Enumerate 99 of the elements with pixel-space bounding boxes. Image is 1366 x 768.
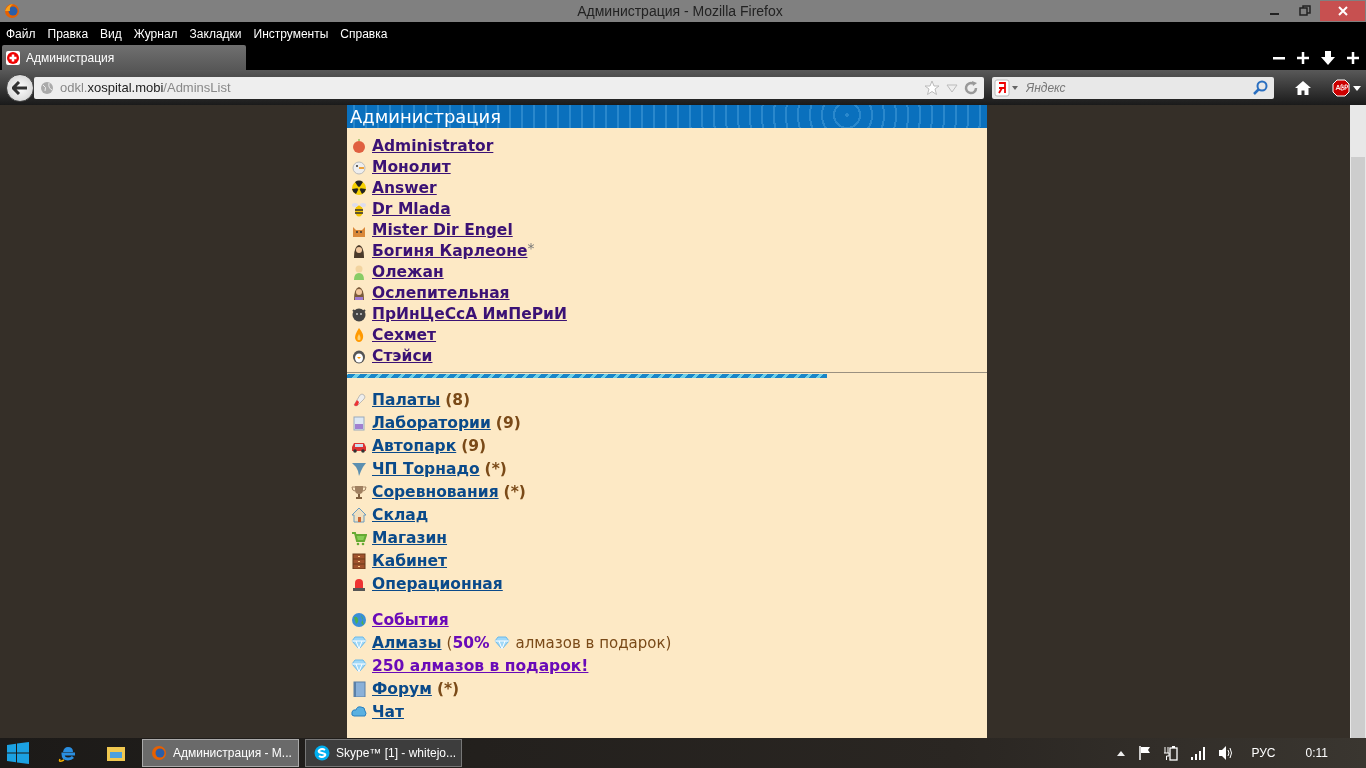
menu-item[interactable]: Справка bbox=[340, 26, 388, 41]
menu-link[interactable]: Палаты bbox=[372, 390, 441, 409]
flag-icon[interactable] bbox=[1137, 745, 1152, 761]
close-icon bbox=[1337, 6, 1348, 16]
offer-text: алмазов в подарок) bbox=[515, 633, 672, 652]
diamond-icon bbox=[494, 634, 511, 651]
count-label: (9) bbox=[495, 413, 521, 432]
menu-link[interactable]: ЧП Торнадо bbox=[372, 459, 480, 478]
plus-icon[interactable] bbox=[1297, 51, 1309, 64]
trophy-icon bbox=[351, 483, 367, 500]
adblock-icon[interactable] bbox=[1332, 78, 1362, 97]
search-engine-icon[interactable] bbox=[994, 78, 1020, 97]
menu-link[interactable]: Алмазы bbox=[372, 633, 442, 652]
speaker-icon[interactable] bbox=[1217, 745, 1234, 761]
back-arrow-icon bbox=[12, 80, 28, 95]
caret-up-icon[interactable] bbox=[1115, 749, 1126, 757]
menu-item[interactable]: Журнал bbox=[133, 26, 178, 41]
menu-link[interactable]: Чат bbox=[372, 702, 404, 721]
menu-link[interactable]: Кабинет bbox=[372, 551, 448, 570]
man-icon bbox=[351, 263, 367, 280]
window-title: Администрация - Mozilla Firefox bbox=[576, 3, 784, 19]
menu-item[interactable]: Закладки bbox=[189, 26, 242, 41]
menu-item[interactable]: Вид bbox=[100, 26, 122, 41]
admin-link[interactable]: Mister Dir Engel bbox=[372, 220, 513, 239]
url-text: odkl.xospital.mobi/AdminsList bbox=[60, 80, 231, 95]
taskbar-button[interactable]: Администрация - M... bbox=[142, 739, 299, 767]
admin-link[interactable]: Богиня Карлеоне bbox=[372, 241, 528, 260]
globe-icon bbox=[40, 80, 54, 95]
count-label: (8) bbox=[445, 390, 471, 409]
menu-item[interactable]: Инструменты bbox=[253, 26, 329, 41]
taskbar-button[interactable]: Skype™ [1] - whitejo... bbox=[305, 739, 462, 767]
download-icon[interactable] bbox=[1321, 50, 1335, 65]
menu-link[interactable]: Склад bbox=[372, 505, 429, 524]
diamond-icon bbox=[351, 634, 367, 651]
menu-link[interactable]: События bbox=[372, 610, 449, 629]
menu-link[interactable]: Лаборатории bbox=[372, 413, 491, 432]
pill-icon bbox=[351, 391, 367, 408]
menu-link[interactable]: Форум bbox=[372, 679, 432, 698]
cloud-icon bbox=[351, 703, 367, 720]
menu-link[interactable]: Автопарк bbox=[372, 436, 457, 455]
beaker-icon bbox=[351, 414, 367, 431]
admin-link[interactable]: Стэйси bbox=[372, 346, 433, 365]
restore-icon[interactable] bbox=[1299, 5, 1311, 17]
search-bar[interactable]: Яндекс bbox=[992, 76, 1274, 99]
admin-link[interactable]: Dr Mlada bbox=[372, 199, 451, 218]
admin-link[interactable]: ПрИнЦеСсА ИмПеРиИ bbox=[372, 304, 567, 323]
star-icon[interactable] bbox=[924, 79, 940, 96]
house-icon bbox=[351, 506, 367, 523]
signal-bars-icon[interactable] bbox=[1189, 746, 1206, 760]
woman-icon bbox=[351, 284, 367, 301]
globe-icon bbox=[351, 611, 367, 628]
home-icon[interactable] bbox=[1294, 79, 1312, 96]
address-bar[interactable]: odkl.xospital.mobi/AdminsList bbox=[34, 76, 984, 99]
bee-icon bbox=[351, 200, 367, 217]
apple-icon bbox=[351, 137, 367, 154]
radiation-icon bbox=[351, 179, 367, 196]
menu-link[interactable]: Магазин bbox=[372, 528, 448, 547]
book-icon bbox=[351, 680, 367, 697]
snowman-icon bbox=[351, 158, 367, 175]
count-label: (*) bbox=[484, 459, 507, 478]
bracket-text: ( bbox=[446, 633, 453, 652]
count-label: (9) bbox=[461, 436, 487, 455]
medical-cross-icon bbox=[6, 50, 20, 65]
search-field[interactable]: Яндекс bbox=[1024, 79, 1248, 96]
language-indicator[interactable]: РУС bbox=[1251, 746, 1276, 760]
plus-icon[interactable] bbox=[1347, 51, 1359, 64]
browser-tab[interactable]: Администрация bbox=[2, 45, 246, 70]
folder-icon[interactable] bbox=[106, 744, 126, 762]
diamond-icon bbox=[351, 657, 367, 674]
admin-link[interactable]: Олежан bbox=[372, 262, 444, 281]
woman-icon bbox=[351, 242, 367, 259]
chat-s-icon bbox=[314, 745, 330, 761]
scrollbar-thumb[interactable] bbox=[1351, 157, 1365, 738]
scrollbar[interactable] bbox=[1350, 105, 1366, 738]
cart-icon bbox=[351, 529, 367, 546]
admin-link[interactable]: Answer bbox=[372, 178, 437, 197]
menu-link[interactable]: Соревнования bbox=[372, 482, 499, 501]
menu-link[interactable]: Операционная bbox=[372, 574, 503, 593]
count-label: (*) bbox=[503, 482, 526, 501]
search-icon[interactable] bbox=[1252, 79, 1268, 96]
admin-link[interactable]: Монолит bbox=[372, 157, 451, 176]
back-button[interactable] bbox=[6, 73, 34, 102]
battery-icon[interactable] bbox=[1163, 745, 1178, 761]
menu-link[interactable]: 250 алмазов в подарок! bbox=[372, 656, 589, 675]
close-button[interactable] bbox=[1320, 1, 1365, 21]
menu-item[interactable]: Файл bbox=[6, 26, 36, 41]
page-title: Администрация bbox=[350, 106, 502, 128]
count-label: (*) bbox=[436, 679, 460, 698]
start-icon[interactable] bbox=[6, 742, 30, 764]
admin-link[interactable]: Ослепительная bbox=[372, 283, 510, 302]
percent-label: 50% bbox=[452, 633, 490, 652]
browser-logo-icon bbox=[4, 3, 20, 19]
admin-link[interactable]: Сехмет bbox=[372, 325, 437, 344]
browser-logo-icon bbox=[151, 745, 167, 761]
asterisk-mark: * bbox=[527, 240, 535, 256]
menu-item[interactable]: Правка bbox=[47, 26, 89, 41]
cabinet-icon bbox=[351, 552, 367, 569]
clock[interactable]: 0:11 bbox=[1305, 746, 1328, 760]
admin-link[interactable]: Administrator bbox=[372, 136, 494, 155]
